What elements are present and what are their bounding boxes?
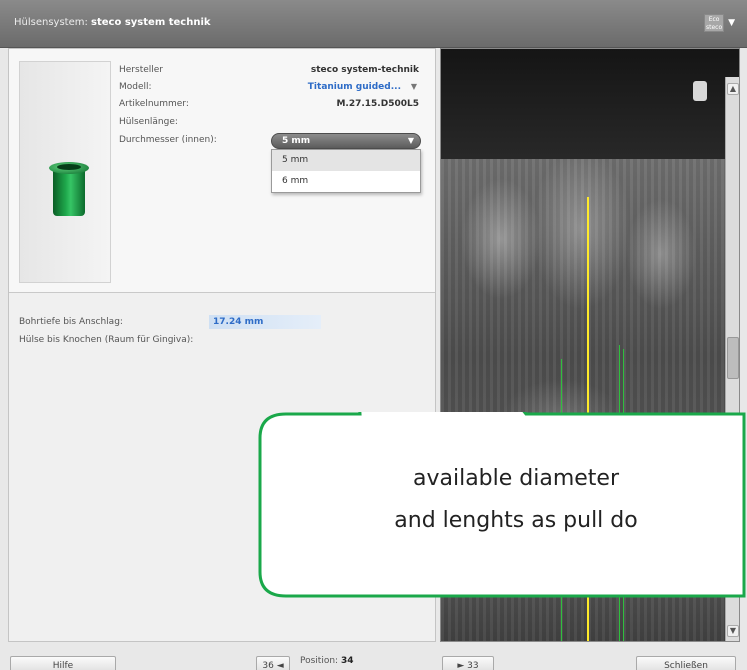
durchmesser-label: Durchmesser (innen):: [119, 135, 217, 145]
row-modell: Modell: Titanium guided... ▼: [119, 80, 429, 96]
bohrtiefe-value: 17.24 mm: [209, 315, 321, 329]
title-bar: Hülsensystem: steco system technik Eco s…: [0, 0, 747, 48]
modell-value: Titanium guided...: [307, 82, 401, 92]
bohrtiefe-label: Bohrtiefe bis Anschlag:: [19, 317, 123, 327]
prev-position-button[interactable]: 36 ◄: [256, 656, 290, 670]
menu-chevron-down-icon[interactable]: ▼: [728, 18, 735, 28]
callout-text-line1: available diameter: [412, 466, 620, 491]
scroll-down-icon[interactable]: ▼: [727, 625, 739, 637]
implant-sleeve-dialog: Hülsensystem: steco system technik Eco s…: [0, 0, 747, 670]
huelsenlaenge-label: Hülsenlänge:: [119, 117, 178, 127]
huelse-label: Hülse bis Knochen (Raum für Gingiva):: [19, 335, 194, 345]
window-title: Hülsensystem: steco system technik: [14, 17, 211, 28]
sleeve-3d-icon: [49, 162, 89, 216]
modell-select[interactable]: Titanium guided... ▼: [279, 80, 419, 96]
position-indicator: Position: 34: [300, 656, 353, 666]
position-value: 34: [340, 656, 354, 666]
dropdown-option[interactable]: 6 mm: [272, 171, 420, 192]
footer-bar: Hilfe 36 ◄ Position: 34 ► 33 Schließen: [0, 642, 747, 670]
scroll-up-icon[interactable]: ▲: [727, 83, 739, 95]
title-value: steco system technik: [91, 17, 211, 28]
title-controls[interactable]: Eco steco ▼: [704, 14, 735, 32]
huelsenlaenge-value: 5 mm: [282, 136, 311, 146]
row-huelsenlaenge: Hülsenlänge:: [119, 115, 429, 131]
logo-text-2: steco: [706, 24, 723, 31]
position-label: Position:: [300, 656, 339, 666]
modell-label: Modell:: [119, 82, 152, 92]
huelsenlaenge-select[interactable]: 5 mm ▼: [271, 133, 421, 149]
row-hersteller: Hersteller steco system-technik: [119, 63, 429, 79]
artikelnummer-value: M.27.15.D500L5: [336, 99, 419, 109]
hersteller-value: steco system-technik: [310, 65, 419, 75]
dropdown-option[interactable]: 5 mm: [272, 150, 420, 171]
chevron-down-icon: ▼: [407, 136, 414, 145]
app-logo-icon: Eco steco: [704, 14, 725, 32]
scan-soft-tissue: [441, 49, 739, 169]
help-button[interactable]: Hilfe: [10, 656, 116, 670]
callout-text-line2: and lenghts as pull do: [394, 508, 638, 533]
artikelnummer-label: Artikelnummer:: [119, 99, 189, 109]
scan-artifact: [693, 81, 707, 101]
scroll-thumb[interactable]: [727, 337, 739, 379]
annotation-callout: available diameter and lenghts as pull d…: [256, 412, 747, 604]
close-button[interactable]: Schließen: [636, 656, 736, 670]
logo-text-1: Eco: [708, 16, 720, 23]
chevron-down-icon: ▼: [410, 82, 417, 91]
row-artikelnummer: Artikelnummer: M.27.15.D500L5: [119, 97, 429, 113]
hersteller-label: Hersteller: [119, 65, 163, 75]
next-position-button[interactable]: ► 33: [442, 656, 494, 670]
sleeve-preview: [19, 61, 111, 283]
properties-section: Hersteller steco system-technik Modell: …: [9, 49, 435, 293]
length-dropdown-list: 5 mm 6 mm: [271, 149, 421, 193]
title-prefix: Hülsensystem:: [14, 17, 88, 28]
